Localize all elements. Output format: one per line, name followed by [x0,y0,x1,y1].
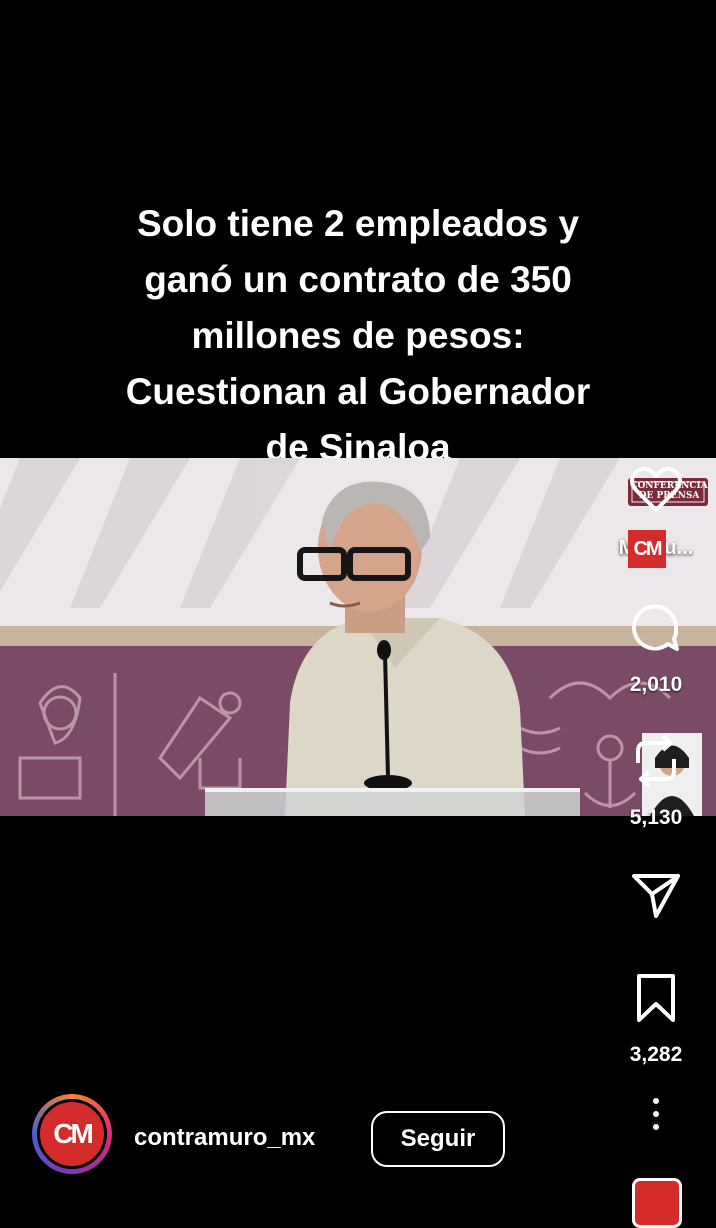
video-caption: Solo tiene 2 empleados y ganó un contrat… [60,196,656,476]
more-icon[interactable] [651,1098,661,1134]
caption-line: Solo tiene 2 empleados y [136,203,580,244]
bookmark-icon[interactable] [634,972,678,1029]
share-icon[interactable] [630,870,682,925]
avatar[interactable]: CM [32,1094,112,1174]
brand-logo-overlay: CM [628,530,666,568]
author-bar: CM contramuro_mx Seguir [0,1090,716,1200]
caption-line: ganó un contrato de 350 [144,259,572,300]
username[interactable]: contramuro_mx [134,1124,315,1152]
audio-thumbnail[interactable] [632,1178,682,1228]
caption-line: Cuestionan al Gobernador [125,371,591,412]
comment-count: 2,010 [629,673,683,696]
save-count: 3,282 [629,1043,683,1066]
heart-icon[interactable] [630,466,682,519]
comment-icon[interactable] [630,602,682,659]
repost-icon[interactable] [630,733,682,794]
action-rail: Me gu... 2,010 5,130 3,282 [596,0,716,1200]
follow-button[interactable]: Seguir [371,1111,505,1167]
avatar-image: CM [37,1099,107,1169]
repost-count: 5,130 [629,806,683,829]
caption-line: millones de pesos: [191,315,525,356]
